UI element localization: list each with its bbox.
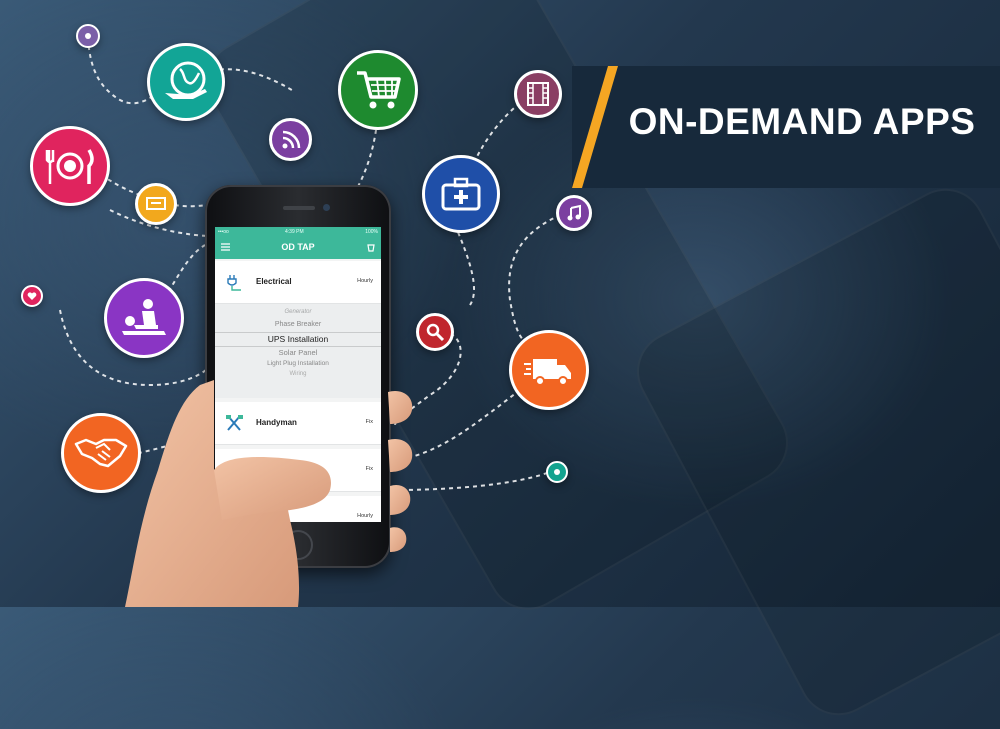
hand-illustration [125, 380, 413, 607]
